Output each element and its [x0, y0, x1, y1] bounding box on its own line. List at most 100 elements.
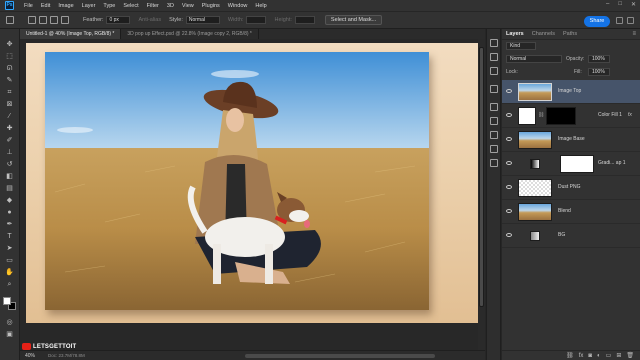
layer-item[interactable]: Gradi... ap 1: [502, 152, 640, 176]
dodge-icon[interactable]: ●: [5, 209, 14, 217]
antialias-checkbox[interactable]: Anti-alias: [138, 17, 161, 23]
tab-channels[interactable]: Channels: [528, 31, 559, 37]
marquee-tool-icon[interactable]: [6, 16, 14, 24]
feather-input[interactable]: 0 px: [106, 16, 131, 24]
eraser-icon[interactable]: ◧: [5, 173, 14, 181]
menu-window[interactable]: Window: [224, 3, 252, 9]
visibility-eye-icon[interactable]: [506, 89, 512, 93]
visibility-eye-icon[interactable]: [506, 209, 512, 213]
opacity-input[interactable]: 100%: [588, 55, 610, 63]
minimize-icon[interactable]: –: [606, 1, 609, 8]
adjustments-panel-icon[interactable]: [490, 67, 498, 75]
panel-menu-icon[interactable]: ≡: [632, 31, 636, 37]
intersect-selection-icon[interactable]: [61, 16, 69, 24]
layer-item[interactable]: Image Base: [502, 128, 640, 152]
horizontal-scroll-thumb[interactable]: [245, 354, 435, 358]
menu-3d[interactable]: 3D: [163, 3, 178, 9]
select-and-mask-button[interactable]: Select and Mask...: [324, 15, 383, 25]
menu-image[interactable]: Image: [54, 3, 77, 9]
layer-name[interactable]: Image Top: [558, 88, 581, 94]
foreground-color-swatch[interactable]: [3, 297, 11, 305]
menu-plugins[interactable]: Plugins: [198, 3, 224, 9]
layer-name[interactable]: Dust PNG: [558, 184, 581, 190]
share-button[interactable]: Share: [584, 16, 610, 27]
width-input[interactable]: [246, 16, 267, 24]
path-select-icon[interactable]: ➤: [5, 245, 14, 253]
visibility-eye-icon[interactable]: [506, 233, 512, 237]
layer-item[interactable]: Dust PNG: [502, 176, 640, 200]
marquee-icon[interactable]: ⬚: [5, 53, 14, 61]
search-icon[interactable]: [616, 17, 623, 24]
zoom-level[interactable]: 40%: [25, 353, 35, 359]
quick-select-icon[interactable]: ✎: [5, 77, 14, 85]
layer-item[interactable]: BG: [502, 224, 640, 248]
visibility-eye-icon[interactable]: [506, 185, 512, 189]
vertical-scrollbar[interactable]: [478, 39, 485, 350]
layer-name[interactable]: Image Base: [558, 136, 585, 142]
layer-name[interactable]: Blend: [558, 208, 571, 214]
link-layers-icon[interactable]: ⛓: [566, 352, 574, 359]
character-panel-icon[interactable]: [490, 131, 498, 139]
history-brush-icon[interactable]: ↺: [5, 161, 14, 169]
libraries-panel-icon[interactable]: [490, 117, 498, 125]
hand-icon[interactable]: ✋: [5, 269, 14, 277]
properties-panel-icon[interactable]: [490, 53, 498, 61]
new-group-icon[interactable]: ▭: [606, 352, 612, 359]
close-icon[interactable]: ✕: [631, 1, 636, 8]
blur-icon[interactable]: ◆: [5, 197, 14, 205]
layer-item[interactable]: Blend: [502, 200, 640, 224]
menu-filter[interactable]: Filter: [143, 3, 163, 9]
screen-mode-icon[interactable]: ▣: [5, 331, 14, 339]
tab-layers[interactable]: Layers: [502, 31, 528, 37]
history-panel-icon[interactable]: [490, 39, 498, 47]
maximize-icon[interactable]: □: [618, 1, 622, 8]
filter-kind-select[interactable]: Kind: [506, 42, 536, 50]
tab-3d-pop-up-effect[interactable]: 3D pop up Effect.psd @ 22.8% (Image copy…: [121, 29, 259, 39]
layer-style-icon[interactable]: fx: [579, 353, 584, 359]
menu-view[interactable]: View: [178, 3, 198, 9]
menu-layer[interactable]: Layer: [78, 3, 100, 9]
add-selection-icon[interactable]: [39, 16, 47, 24]
brush-icon[interactable]: ✐: [5, 137, 14, 145]
frame-icon[interactable]: ⊠: [5, 101, 14, 109]
fx-badge[interactable]: fx: [628, 112, 632, 118]
tab-paths[interactable]: Paths: [559, 31, 581, 37]
vertical-scroll-thumb[interactable]: [479, 47, 484, 307]
swatches-panel-icon[interactable]: [490, 159, 498, 167]
visibility-eye-icon[interactable]: [506, 137, 512, 141]
visibility-eye-icon[interactable]: [506, 113, 512, 117]
menu-help[interactable]: Help: [251, 3, 270, 9]
crop-icon[interactable]: ⌗: [5, 89, 14, 97]
eyedropper-icon[interactable]: ⁄: [5, 113, 14, 121]
menu-select[interactable]: Select: [119, 3, 142, 9]
canvas-area[interactable]: [20, 39, 485, 350]
lasso-icon[interactable]: ᘏ: [5, 65, 14, 73]
layer-item[interactable]: ⛓ Color Fill 1 fx: [502, 104, 640, 128]
tab-untitled-1[interactable]: Untitled-1 @ 40% (Image Top, RGB/8) *: [20, 29, 122, 39]
style-select[interactable]: Normal: [185, 16, 220, 24]
layer-name[interactable]: Gradi... ap 1: [598, 160, 626, 166]
fill-input[interactable]: 100%: [588, 68, 610, 76]
layer-name[interactable]: BG: [558, 232, 565, 238]
color-panel-icon[interactable]: [490, 85, 498, 93]
menu-edit[interactable]: Edit: [37, 3, 54, 9]
move-icon[interactable]: ✥: [5, 41, 14, 49]
layer-name[interactable]: Color Fill 1: [598, 112, 622, 118]
adjustment-icon[interactable]: ◐: [597, 353, 601, 359]
menu-file[interactable]: File: [20, 3, 37, 9]
document-canvas[interactable]: [26, 43, 478, 323]
delete-layer-icon[interactable]: 🗑: [626, 352, 634, 359]
type-icon[interactable]: T: [5, 233, 14, 241]
document-info[interactable]: Doc: 23.7M/78.8M: [48, 353, 85, 358]
healing-icon[interactable]: ✚: [5, 125, 14, 133]
subtract-selection-icon[interactable]: [50, 16, 58, 24]
paragraph-panel-icon[interactable]: [490, 145, 498, 153]
rectangle-icon[interactable]: ▭: [5, 257, 14, 265]
height-input[interactable]: [294, 16, 315, 24]
workspace-icon[interactable]: [627, 17, 634, 24]
menu-type[interactable]: Type: [99, 3, 119, 9]
pen-icon[interactable]: ✒: [5, 221, 14, 229]
quick-mask-icon[interactable]: ◎: [5, 319, 14, 327]
new-layer-icon[interactable]: ⊞: [616, 352, 621, 359]
layer-item[interactable]: Image Top: [502, 80, 640, 104]
